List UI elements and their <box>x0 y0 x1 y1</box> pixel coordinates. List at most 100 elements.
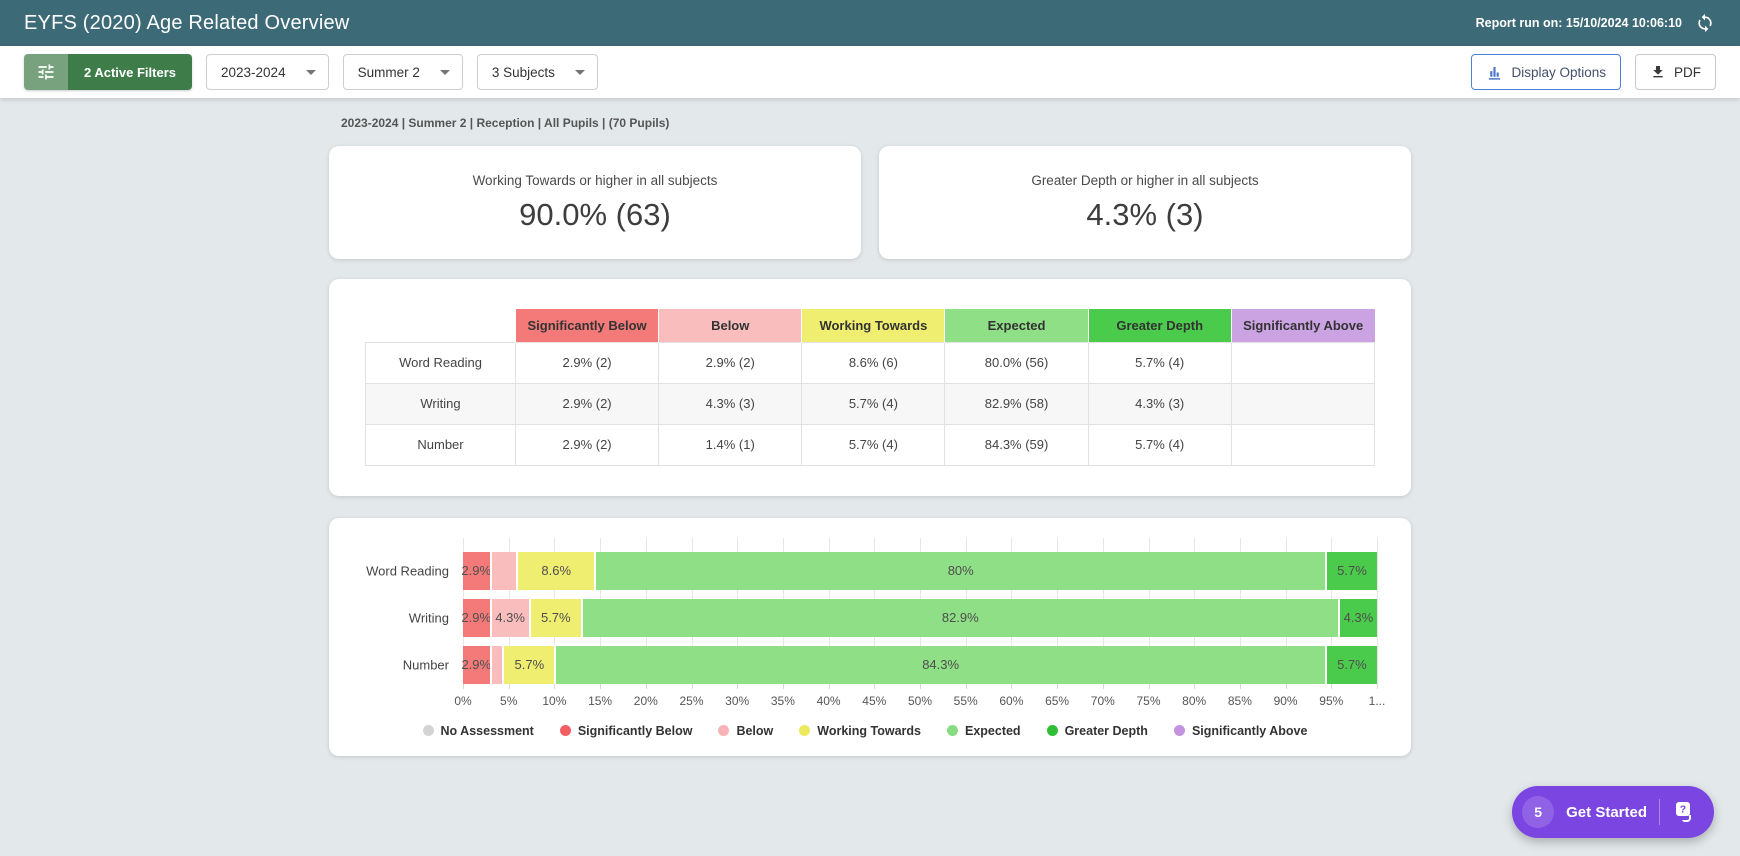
table-row: Word Reading2.9% (2)2.9% (2)8.6% (6)80.0… <box>366 342 1375 383</box>
legend-label: No Assessment <box>441 724 534 738</box>
axis-tick-label: 60% <box>999 694 1023 708</box>
bar-segment-expected: 80% <box>594 552 1324 590</box>
term-dropdown[interactable]: Summer 2 <box>343 54 463 90</box>
bar-segment-expected: 82.9% <box>581 599 1338 637</box>
table-cell: 1.4% (1) <box>659 424 802 465</box>
svg-text:?: ? <box>1680 804 1686 816</box>
chart-row-label: Word Reading <box>353 563 449 578</box>
subjects-dropdown-value: 3 Subjects <box>492 65 555 80</box>
axis-tick-mark <box>966 684 967 689</box>
table-cell: 84.3% (59) <box>945 424 1088 465</box>
display-options-label: Display Options <box>1511 65 1606 80</box>
app-header: EYFS (2020) Age Related Overview Report … <box>0 0 1740 46</box>
filter-sliders-icon <box>24 54 68 90</box>
table-column-header: Below <box>659 309 802 342</box>
axis-tick-mark <box>692 684 693 689</box>
legend-item-no-assessment[interactable]: No Assessment <box>423 724 534 738</box>
legend-item-expected[interactable]: Expected <box>947 724 1021 738</box>
chart-row-label: Number <box>353 657 449 672</box>
axis-tick-label: 80% <box>1182 694 1206 708</box>
table-corner-cell <box>366 309 516 342</box>
legend-label: Significantly Below <box>578 724 693 738</box>
active-filters-button[interactable]: 2 Active Filters <box>24 54 192 90</box>
table-column-header: Working Towards <box>802 309 945 342</box>
axis-tick-mark <box>1240 684 1241 689</box>
axis-tick-label: 75% <box>1136 694 1160 708</box>
axis-tick-mark <box>829 684 830 689</box>
report-content: 2023-2024 | Summer 2 | Reception | All P… <box>0 98 1740 756</box>
axis-tick-label: 90% <box>1274 694 1298 708</box>
table-cell: 8.6% (6) <box>802 342 945 383</box>
download-icon <box>1650 64 1666 80</box>
pdf-button[interactable]: PDF <box>1635 54 1716 90</box>
legend-item-working-towards[interactable]: Working Towards <box>799 724 921 738</box>
axis-tick-mark <box>920 684 921 689</box>
summary-card-label: Greater Depth or higher in all subjects <box>1031 173 1258 188</box>
axis-tick-label: 35% <box>771 694 795 708</box>
filter-toolbar: 2 Active Filters 2023-2024 Summer 2 3 Su… <box>0 46 1740 98</box>
display-options-button[interactable]: Display Options <box>1471 54 1621 90</box>
table-cell: 4.3% (3) <box>659 383 802 424</box>
legend-dot <box>718 725 729 736</box>
axis-tick-label: 95% <box>1319 694 1343 708</box>
table-row-label: Writing <box>366 383 516 424</box>
chevron-down-icon <box>575 70 585 75</box>
table-row: Writing2.9% (2)4.3% (3)5.7% (4)82.9% (58… <box>366 383 1375 424</box>
subjects-dropdown[interactable]: 3 Subjects <box>477 54 598 90</box>
axis-tick-label: 30% <box>725 694 749 708</box>
axis-tick-mark <box>554 684 555 689</box>
summary-cards-row: Working Towards or higher in all subject… <box>329 146 1411 259</box>
refresh-icon[interactable] <box>1694 12 1716 34</box>
table-cell: 5.7% (4) <box>1088 342 1231 383</box>
axis-tick-label: 55% <box>954 694 978 708</box>
axis-tick-mark <box>1057 684 1058 689</box>
axis-tick-label: 25% <box>679 694 703 708</box>
bar-segment-significantly-below: 2.9% <box>463 646 490 684</box>
legend-item-below[interactable]: Below <box>718 724 773 738</box>
table-column-header: Greater Depth <box>1088 309 1231 342</box>
bar-segment-below <box>490 552 516 590</box>
axis-tick-label: 0% <box>454 694 471 708</box>
legend-item-significantly-above[interactable]: Significantly Above <box>1174 724 1308 738</box>
axis-tick-label: 40% <box>817 694 841 708</box>
chevron-down-icon <box>440 70 450 75</box>
legend-item-greater-depth[interactable]: Greater Depth <box>1047 724 1148 738</box>
axis-tick-mark <box>1011 684 1012 689</box>
table-header-row: Significantly BelowBelowWorking TowardsE… <box>366 309 1375 342</box>
axis-tick-mark <box>1377 684 1378 689</box>
get-started-button[interactable]: 5 Get Started ? <box>1512 786 1714 838</box>
get-started-count-badge: 5 <box>1522 796 1554 828</box>
legend-dot <box>1047 725 1058 736</box>
axis-tick-mark <box>646 684 647 689</box>
table-cell: 2.9% (2) <box>516 424 659 465</box>
year-dropdown[interactable]: 2023-2024 <box>206 54 329 90</box>
bar-segment-greater-depth: 5.7% <box>1325 646 1377 684</box>
axis-tick-mark <box>1149 684 1150 689</box>
legend-item-significantly-below[interactable]: Significantly Below <box>560 724 693 738</box>
results-table: Significantly BelowBelowWorking TowardsE… <box>365 309 1375 466</box>
table-cell: 82.9% (58) <box>945 383 1088 424</box>
axis-tick-mark <box>1194 684 1195 689</box>
table-cell: 5.7% (4) <box>1088 424 1231 465</box>
table-row-label: Number <box>366 424 516 465</box>
chart-plot-area: Word Reading2.9%8.6%80%5.7% Writing2.9%4.… <box>463 552 1377 684</box>
bar-segment-expected: 84.3% <box>554 646 1325 684</box>
summary-card-greater-depth: Greater Depth or higher in all subjects … <box>879 146 1411 259</box>
axis-tick-label: 45% <box>862 694 886 708</box>
chart-bar-row: Writing2.9%4.3%5.7%82.9%4.3% <box>463 599 1377 637</box>
chart-bar-row: Word Reading2.9%8.6%80%5.7% <box>463 552 1377 590</box>
legend-dot <box>799 725 810 736</box>
chart-x-axis: 0%5%10%15%20%25%30%35%40%45%50%55%60%65%… <box>463 688 1377 710</box>
help-chat-icon[interactable]: ? <box>1672 799 1698 825</box>
axis-tick-label: 85% <box>1228 694 1252 708</box>
table-cell: 2.9% (2) <box>516 342 659 383</box>
bar-segment-working-towards: 5.7% <box>529 599 581 637</box>
table-column-header: Significantly Below <box>516 309 659 342</box>
get-started-divider <box>1659 799 1660 825</box>
chevron-down-icon <box>306 70 316 75</box>
table-cell: 5.7% (4) <box>802 383 945 424</box>
legend-dot <box>947 725 958 736</box>
chart-legend: No Assessment Significantly Below Below Wor… <box>353 724 1377 738</box>
summary-card-working-towards: Working Towards or higher in all subject… <box>329 146 861 259</box>
year-dropdown-value: 2023-2024 <box>221 65 286 80</box>
